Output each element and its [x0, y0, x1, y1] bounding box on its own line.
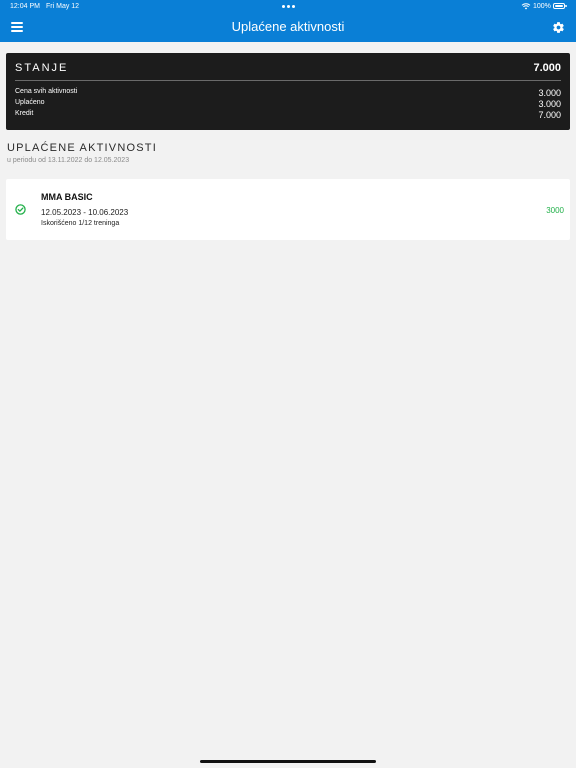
status-time: 12:04 PM: [10, 3, 40, 10]
activity-usage: Iskorišćeno 1/12 treninga: [41, 220, 120, 227]
balance-total: 7.000: [533, 62, 561, 74]
check-circle-icon: [15, 204, 26, 215]
activity-dates: 12.05.2023 - 10.06.2023: [41, 208, 129, 217]
section-subtitle: u periodu od 13.11.2022 do 12.05.2023: [7, 157, 130, 164]
status-date: Fri May 12: [46, 3, 80, 10]
balance-row-label: Kredit: [15, 110, 34, 117]
balance-title: STANJE: [15, 62, 69, 74]
activity-name: MMA BASIC: [41, 192, 93, 202]
balance-divider: [15, 80, 561, 81]
balance-card: STANJE 7.000 Cena svih aktivnosti 3.000 …: [6, 53, 570, 130]
app-header: 12:04 PM Fri May 12 100% Uplaćene aktivn…: [0, 0, 576, 42]
multitasking-dots-icon[interactable]: [282, 5, 295, 8]
section-title: UPLAĆENE AKTIVNOSTI: [7, 142, 157, 154]
gear-icon[interactable]: [552, 21, 565, 34]
screen: 12:04 PM Fri May 12 100% Uplaćene aktivn…: [0, 0, 576, 768]
page-title: Uplaćene aktivnosti: [231, 19, 345, 34]
status-bar: 12:04 PM Fri May 12 100%: [0, 0, 576, 13]
balance-row-label: Cena svih aktivnosti: [15, 88, 78, 95]
home-indicator[interactable]: [200, 760, 376, 763]
battery-percentage: 100%: [533, 3, 551, 10]
balance-row-label: Uplaćeno: [15, 99, 45, 106]
wifi-icon: [521, 3, 531, 10]
activity-amount: 3000: [546, 206, 564, 215]
balance-row-value: 3.000: [538, 99, 561, 109]
activity-card[interactable]: MMA BASIC 12.05.2023 - 10.06.2023 Iskori…: [6, 179, 570, 240]
balance-row-value: 7.000: [538, 110, 561, 120]
balance-row-value: 3.000: [538, 88, 561, 98]
battery-icon: [553, 3, 567, 9]
